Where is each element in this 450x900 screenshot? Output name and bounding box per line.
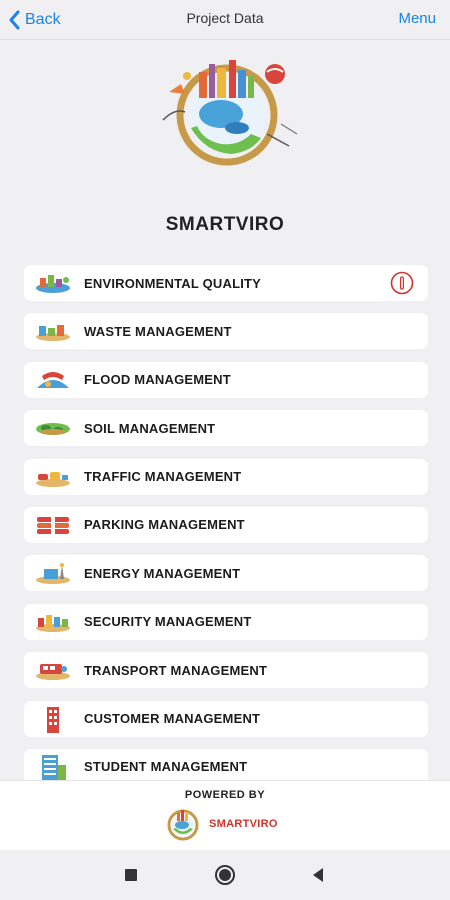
footer: POWERED BY SMARTVIRO [0,780,450,850]
menu-item-label: TRAFFIC MANAGEMENT [84,469,242,485]
menu-item-energy-management[interactable]: ENERGY MANAGEMENT [24,555,428,592]
footer-brand-name: SMARTVIRO [209,818,278,830]
student-icon [34,754,72,781]
security-icon [34,609,72,635]
city-globe-illustration [162,60,298,166]
back-label: Back [25,11,61,28]
menu-item-waste-management[interactable]: WASTE MANAGEMENT [24,313,428,350]
smartviro-logo-icon [167,809,199,841]
energy-icon [34,560,72,586]
traffic-icon [34,464,72,490]
parking-icon [34,512,72,538]
menu-item-label: WASTE MANAGEMENT [84,323,232,339]
menu-item-parking-management[interactable]: PARKING MANAGEMENT [24,506,428,543]
menu-item-label: FLOOD MANAGEMENT [84,372,231,388]
app-title: SMARTVIRO [165,214,285,235]
transport-icon [34,657,72,683]
menu-item-label: TRANSPORT MANAGEMENT [84,662,268,678]
menu-item-soil-management[interactable]: SOIL MANAGEMENT [24,410,428,447]
chevron-left-icon [9,10,20,30]
project-menu-list: ENVIRONMENTAL QUALITY WASTE MANAGEMENT F… [24,265,428,797]
menu-item-customer-management[interactable]: CUSTOMER MANAGEMENT [24,700,428,737]
menu-item-flood-management[interactable]: FLOOD MANAGEMENT [24,361,428,398]
alert-icon[interactable] [390,271,414,295]
nav-bar: Back Project Data Menu [0,0,450,40]
menu-item-label: PARKING MANAGEMENT [84,517,245,533]
soil-icon [34,415,72,441]
system-nav-bar [0,850,450,900]
recent-apps-icon[interactable] [120,864,142,886]
back-button[interactable]: Back [8,6,61,34]
back-triangle-icon[interactable] [307,864,329,886]
powered-by-label: POWERED BY [184,789,266,801]
menu-item-label: SOIL MANAGEMENT [84,420,216,436]
menu-item-label: STUDENT MANAGEMENT [84,759,248,775]
footer-brand: SMARTVIRO [165,807,278,841]
menu-item-traffic-management[interactable]: TRAFFIC MANAGEMENT [24,458,428,495]
environment-icon [34,270,72,296]
menu-item-security-management[interactable]: SECURITY MANAGEMENT [24,603,428,640]
waste-icon [34,318,72,344]
menu-button[interactable]: Menu [398,10,436,27]
menu-item-environmental-quality[interactable]: ENVIRONMENTAL QUALITY [24,265,428,301]
flood-icon [34,367,72,393]
menu-item-label: ENVIRONMENTAL QUALITY [84,275,262,291]
customer-icon [34,706,72,733]
menu-item-label: CUSTOMER MANAGEMENT [84,711,261,727]
menu-item-transport-management[interactable]: TRANSPORT MANAGEMENT [24,652,428,689]
menu-item-label: SECURITY MANAGEMENT [84,614,252,630]
page-title: Project Data [186,10,264,26]
home-icon[interactable] [214,864,236,886]
menu-item-label: ENERGY MANAGEMENT [84,565,241,581]
